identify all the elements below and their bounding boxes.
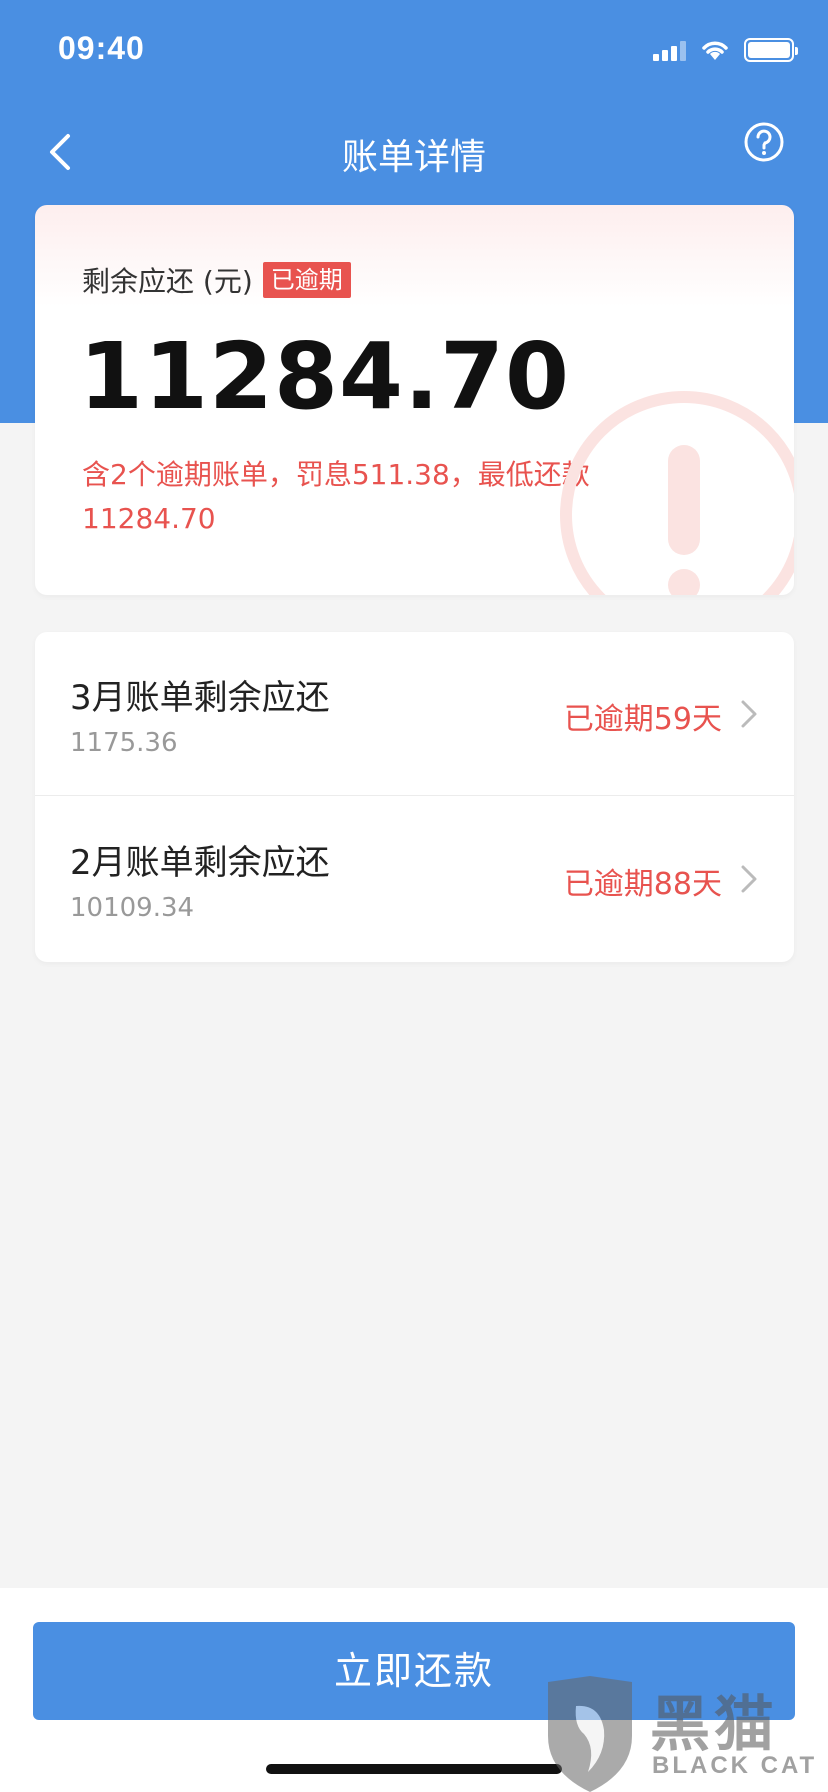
status-time: 09:40 <box>58 30 145 66</box>
chevron-right-icon <box>741 865 757 893</box>
navigation-bar: 账单详情 <box>0 100 828 204</box>
chevron-right-icon <box>741 700 757 728</box>
cellular-signal-icon <box>653 39 686 61</box>
help-question-icon[interactable] <box>734 112 794 172</box>
page-title: 账单详情 <box>341 137 486 178</box>
warning-exclamation-icon <box>560 391 794 595</box>
bill-title: 3月账单剩余应还 <box>70 678 330 718</box>
bill-list: 3月账单剩余应还 1175.36 已逾期59天 2月账单剩余应还 10109.3… <box>35 632 794 962</box>
watermark-english-text: BLACK CAT <box>652 1752 818 1779</box>
remaining-due-text: 剩余应还 (元) <box>82 265 253 298</box>
watermark-chinese-text: 黑猫 <box>650 1690 778 1760</box>
battery-icon <box>744 38 798 62</box>
overdue-note: 含2个逾期账单，罚息511.38，最低还款11284.70 <box>82 458 590 535</box>
overdue-badge: 已逾期 <box>262 262 351 298</box>
bill-row-march[interactable]: 3月账单剩余应还 1175.36 已逾期59天 <box>35 632 794 796</box>
black-cat-shield-logo <box>548 1676 632 1792</box>
remaining-due-label: 剩余应还 (元) 已逾期 <box>82 260 351 300</box>
status-bar: 09:40 <box>0 0 828 100</box>
repayment-summary-card: 剩余应还 (元) 已逾期 11284.70 含2个逾期账单，罚息511.38，最… <box>35 205 794 595</box>
status-icons <box>653 36 798 64</box>
bill-overdue-status: 已逾期59天 <box>563 702 722 737</box>
bill-title: 2月账单剩余应还 <box>70 843 330 883</box>
bill-amount: 1175.36 <box>70 728 178 758</box>
bill-amount: 10109.34 <box>70 893 195 923</box>
black-cat-watermark: 黑猫 BLACK CAT <box>540 1676 820 1792</box>
bill-overdue-status: 已逾期88天 <box>563 867 722 902</box>
bill-row-february[interactable]: 2月账单剩余应还 10109.34 已逾期88天 <box>35 797 794 961</box>
wifi-icon <box>702 41 728 60</box>
remaining-due-amount: 11284.70 <box>79 323 571 430</box>
home-indicator[interactable] <box>266 1764 562 1774</box>
